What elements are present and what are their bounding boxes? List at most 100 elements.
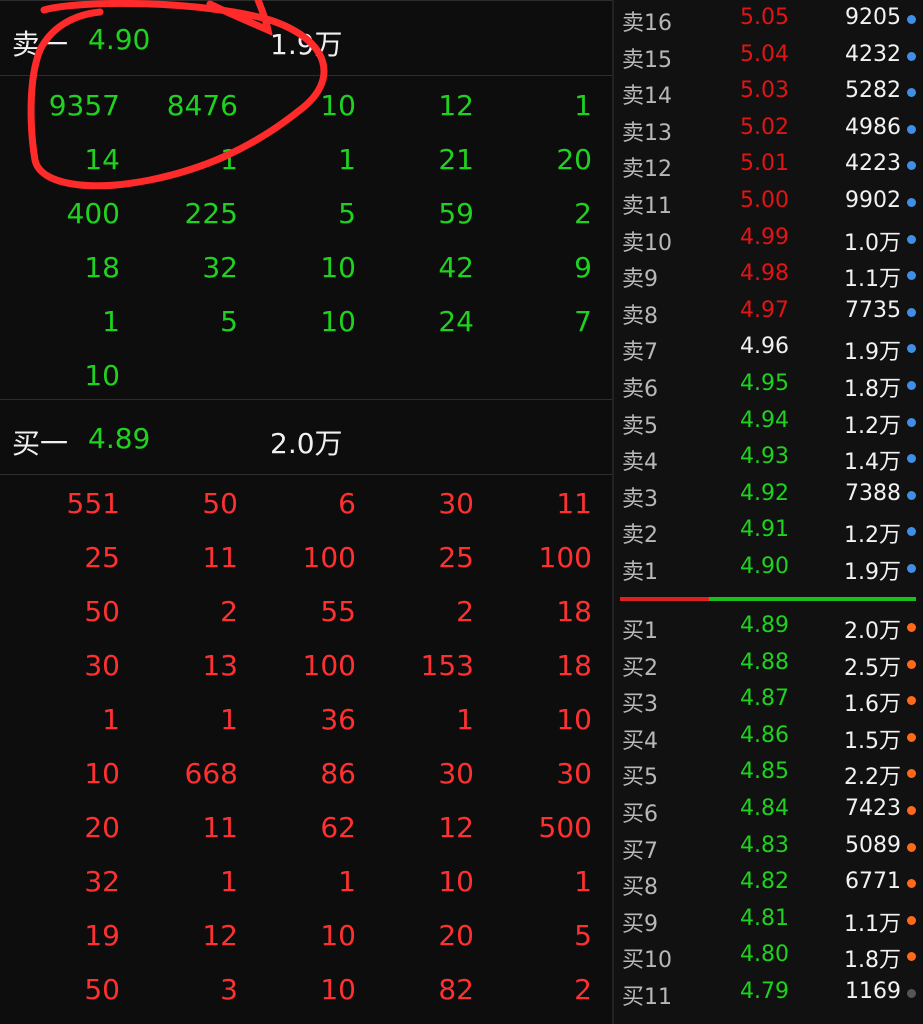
level-volume: 9902: [845, 187, 901, 213]
ask-level-row[interactable]: 卖15 5.04 4232: [614, 37, 923, 74]
ask-level-row[interactable]: 卖12 5.01 4223: [614, 146, 923, 183]
order-size-cell: 25: [84, 541, 120, 574]
ask-level-row[interactable]: 卖3 4.92 7388: [614, 476, 923, 513]
level-volume: 1.8万: [844, 948, 901, 974]
order-row: 551 50 6 30 11: [0, 477, 612, 531]
ask-level-row[interactable]: 卖10 4.99 1.0万: [614, 220, 923, 257]
level-price: 4.79: [740, 978, 789, 1004]
level-label: 买9: [622, 911, 658, 937]
order-size-cell: 5: [574, 919, 592, 952]
level-label: 卖9: [622, 267, 658, 293]
order-size-cell: 11: [556, 487, 592, 520]
level-volume: 1.0万: [844, 230, 901, 256]
bid-level-row[interactable]: 买11 4.79 1169: [614, 974, 923, 1011]
ask-level-row[interactable]: 卖14 5.03 5282: [614, 73, 923, 110]
buy-sell-ratio-bar: [620, 597, 916, 601]
level-dot-icon: [907, 527, 916, 537]
sell-ratio-segment: [620, 597, 709, 601]
order-size-cell: 551: [66, 487, 120, 520]
order-size-cell: 19: [84, 919, 120, 952]
order-size-cell: 9: [574, 251, 592, 284]
bid-level-row[interactable]: 买6 4.84 7423: [614, 791, 923, 828]
level-price: 4.93: [740, 444, 789, 470]
level-dot-icon: [907, 417, 916, 427]
level-price: 5.03: [740, 78, 789, 104]
level-dot-icon: [907, 879, 916, 889]
bid-level-row[interactable]: 买8 4.82 6771: [614, 864, 923, 901]
level-volume: 1.4万: [844, 450, 901, 476]
ask-level-row[interactable]: 卖2 4.91 1.2万: [614, 512, 923, 549]
ask-level-row[interactable]: 卖6 4.95 1.8万: [614, 366, 923, 403]
order-size-cell: 20: [438, 919, 474, 952]
level-volume: 7388: [845, 480, 901, 506]
level-volume: 4223: [845, 151, 901, 177]
level-label: 买11: [622, 984, 672, 1010]
order-size-cell: 1: [220, 865, 238, 898]
ask-level-row[interactable]: 卖9 4.98 1.1万: [614, 256, 923, 293]
order-size-cell: 13: [202, 649, 238, 682]
level-price: 4.87: [740, 686, 789, 712]
level-price: 4.88: [740, 649, 789, 675]
order-size-cell: 36: [320, 703, 356, 736]
level-dot-icon: [907, 805, 916, 815]
bid1-order-grid: 551 50 6 30 11 25 11 100 25 100 50 2 55 2 18 30 13 100 153…: [0, 477, 612, 1017]
order-size-cell: 1: [220, 703, 238, 736]
bid1-header[interactable]: 买一 4.89 2.0万: [0, 399, 612, 475]
order-row: 25 11 100 25 100: [0, 531, 612, 585]
level-label: 卖11: [622, 193, 672, 219]
order-size-cell: 50: [84, 973, 120, 1006]
order-size-cell: 10: [320, 305, 356, 338]
order-size-cell: 153: [420, 649, 474, 682]
level-volume: 1.1万: [844, 911, 901, 937]
order-size-cell: 6: [338, 487, 356, 520]
ask-level-row[interactable]: 卖13 5.02 4986: [614, 110, 923, 147]
level-dot-icon: [907, 51, 916, 61]
order-size-cell: 18: [556, 649, 592, 682]
level-price: 4.94: [740, 407, 789, 433]
level-volume: 1.9万: [844, 340, 901, 366]
bid-level-row[interactable]: 买5 4.85 2.2万: [614, 754, 923, 791]
level-label: 买6: [622, 801, 658, 827]
order-size-cell: 18: [556, 595, 592, 628]
bid-level-row[interactable]: 买2 4.88 2.5万: [614, 645, 923, 682]
level-dot-icon: [907, 988, 916, 998]
bid-level-row[interactable]: 买10 4.80 1.8万: [614, 937, 923, 974]
bid1-price: 4.89: [88, 422, 151, 455]
level-price: 4.82: [740, 869, 789, 895]
level-price: 4.86: [740, 722, 789, 748]
ask-level-row[interactable]: 卖16 5.05 9205: [614, 0, 923, 37]
level-dot-icon: [907, 659, 916, 669]
ask-level-row[interactable]: 卖4 4.93 1.4万: [614, 439, 923, 476]
order-row: 50 3 10 82 2: [0, 963, 612, 1017]
order-row: 19 12 10 20 5: [0, 909, 612, 963]
ask-level-row[interactable]: 卖1 4.90 1.9万: [614, 549, 923, 586]
level-volume: 1.8万: [844, 376, 901, 402]
level-dot-icon: [907, 952, 916, 962]
order-size-cell: 11: [202, 811, 238, 844]
level-volume: 9205: [845, 5, 901, 30]
order-size-cell: 10: [320, 251, 356, 284]
level-dot-icon: [907, 161, 916, 171]
ask-level-row[interactable]: 卖5 4.94 1.2万: [614, 403, 923, 440]
bid-level-row[interactable]: 买1 4.89 2.0万: [614, 608, 923, 645]
bid1-label: 买一: [12, 427, 69, 460]
level-label: 买1: [622, 619, 658, 644]
level-volume: 5282: [845, 78, 901, 104]
bid-level-row[interactable]: 买3 4.87 1.6万: [614, 681, 923, 718]
order-size-cell: 62: [320, 811, 356, 844]
order-size-cell: 30: [556, 757, 592, 790]
order-size-cell: 100: [302, 541, 356, 574]
level-volume: 1169: [845, 978, 901, 1004]
bid-level-row[interactable]: 买4 4.86 1.5万: [614, 718, 923, 755]
level-label: 卖8: [622, 303, 658, 329]
ask-level-row[interactable]: 卖11 5.00 9902: [614, 183, 923, 220]
bid-level-row[interactable]: 买9 4.81 1.1万: [614, 901, 923, 938]
ask-level-row[interactable]: 卖7 4.96 1.9万: [614, 329, 923, 366]
level-price: 4.84: [740, 795, 789, 821]
level-dot-icon: [907, 307, 916, 317]
ask-level-row[interactable]: 卖8 4.97 7735: [614, 293, 923, 330]
order-row: 18 32 10 42 9: [0, 241, 612, 295]
order-size-cell: 5: [220, 305, 238, 338]
bid-level-row[interactable]: 买7 4.83 5089: [614, 828, 923, 865]
level-label: 卖13: [622, 120, 672, 146]
